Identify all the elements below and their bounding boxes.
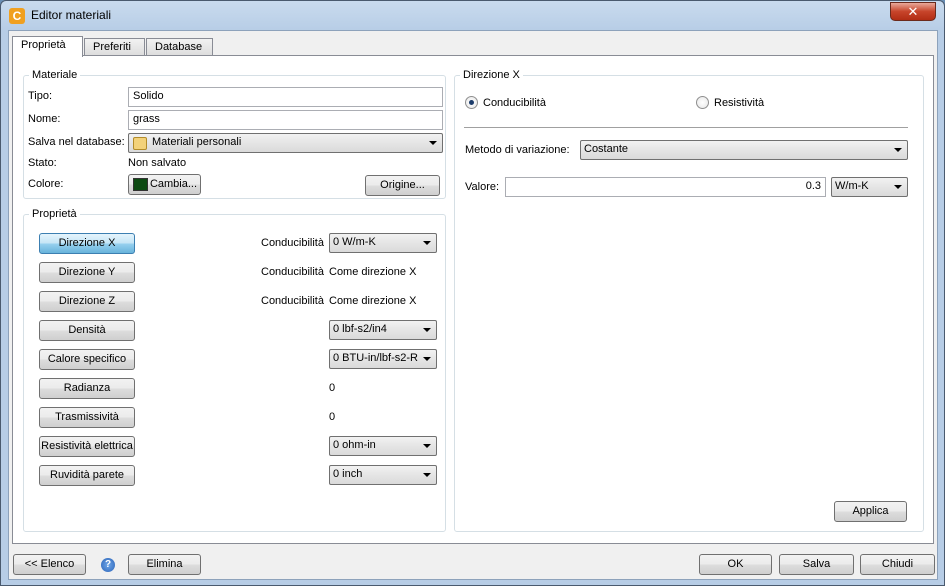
tab-preferiti[interactable]: Preferiti [84, 38, 145, 56]
chevron-down-icon [423, 473, 431, 477]
chevron-down-icon [894, 185, 902, 189]
app-logo-icon: C [9, 8, 25, 24]
help-icon[interactable]: ? [101, 558, 115, 572]
direzione-z-button[interactable]: Direzione Z [39, 291, 135, 312]
close-window-button[interactable]: ✕ [890, 2, 936, 21]
radianza-value: 0 [329, 382, 336, 394]
resistivita-elettrica-select[interactable]: 0 ohm-in [329, 436, 437, 456]
ruvidita-parete-select-value: 0 inch [333, 468, 363, 480]
divider [464, 127, 908, 128]
resistivita-elettrica-select-value: 0 ohm-in [333, 439, 376, 451]
direzione-x-button[interactable]: Direzione X [39, 233, 135, 254]
materiale-group-title: Materiale [29, 69, 81, 81]
ruvidita-parete-select[interactable]: 0 inch [329, 465, 437, 485]
tipo-field[interactable]: Solido [128, 87, 443, 107]
colore-label: Colore: [28, 178, 64, 190]
densita-button[interactable]: Densità [39, 320, 135, 341]
resistivita-elettrica-button[interactable]: Resistività elettrica [39, 436, 135, 457]
ok-button[interactable]: OK [699, 554, 772, 575]
salva-button[interactable]: Salva [779, 554, 854, 575]
conducibilita-radio-label[interactable]: Conducibilità [483, 97, 546, 109]
stato-value: Non salvato [128, 157, 187, 169]
database-label: Salva nel database: [28, 136, 125, 148]
densita-select[interactable]: 0 lbf-s2/in4 [329, 320, 437, 340]
resistivita-radio-label[interactable]: Resistività [714, 97, 764, 109]
valore-label: Valore: [465, 181, 500, 193]
valore-unit-value: W/m-K [835, 180, 869, 192]
tab-panel-proprieta: Materiale Tipo: Solido Nome: grass Salva… [12, 55, 934, 544]
window-title: Editor materiali [31, 8, 112, 22]
direzione-y-button[interactable]: Direzione Y [39, 262, 135, 283]
title-bar[interactable]: C Editor materiali ✕ [1, 1, 944, 29]
radianza-button[interactable]: Radianza [39, 378, 135, 399]
metodo-select-value: Costante [584, 143, 629, 155]
resistivita-radio[interactable] [696, 96, 709, 109]
tab-database[interactable]: Database [146, 38, 213, 56]
tab-proprieta[interactable]: Proprietà [12, 36, 83, 57]
nome-field[interactable]: grass [128, 110, 443, 130]
chevron-down-icon [423, 444, 431, 448]
elenco-button[interactable]: << Elenco [13, 554, 86, 575]
ruvidita-parete-button[interactable]: Ruvidità parete [39, 465, 135, 486]
direzione-z-value: Come direzione X [329, 295, 417, 307]
densita-select-value: 0 lbf-s2/in4 [333, 323, 387, 335]
origine-button[interactable]: Origine... [365, 175, 440, 196]
conducibilita-label: Conducibilità [261, 237, 324, 249]
chevron-down-icon [429, 141, 437, 145]
conducibilita-y-label: Conducibilità [261, 266, 324, 278]
cambia-label: Cambia... [149, 178, 198, 190]
calore-specifico-select[interactable]: 0 BTU-in/lbf-s2-R [329, 349, 437, 369]
direzione-x-group: Direzione X Conducibilità Resistività Me… [454, 69, 924, 532]
conducibilita-z-label: Conducibilità [261, 295, 324, 307]
applica-button[interactable]: Applica [834, 501, 907, 522]
material-editor-window: C Editor materiali ✕ Proprietà Preferiti… [0, 0, 945, 586]
color-swatch [133, 178, 148, 191]
chevron-down-icon [423, 241, 431, 245]
proprieta-group-title: Proprietà [29, 208, 80, 220]
stato-label: Stato: [28, 157, 57, 169]
folder-database-icon [133, 137, 147, 150]
trasmissivita-button[interactable]: Trasmissività [39, 407, 135, 428]
chevron-down-icon [423, 328, 431, 332]
direzione-y-value: Come direzione X [329, 266, 417, 278]
conducibilita-select[interactable]: 0 W/m-K [329, 233, 437, 253]
elimina-button[interactable]: Elimina [128, 554, 201, 575]
calore-specifico-button[interactable]: Calore specifico [39, 349, 135, 370]
direzione-x-group-title: Direzione X [460, 69, 523, 81]
metodo-select[interactable]: Costante [580, 140, 908, 160]
tipo-label: Tipo: [28, 90, 53, 102]
materiale-group: Materiale Tipo: Solido Nome: grass Salva… [23, 69, 446, 199]
calore-specifico-select-value: 0 BTU-in/lbf-s2-R [333, 352, 418, 364]
conducibilita-select-value: 0 W/m-K [333, 236, 376, 248]
nome-label: Nome: [28, 113, 61, 125]
valore-unit-select[interactable]: W/m-K [831, 177, 908, 197]
valore-input[interactable]: 0.3 [505, 177, 826, 197]
database-select-value: Materiali personali [152, 136, 242, 148]
metodo-label: Metodo di variazione: [465, 144, 570, 156]
cambia-color-button[interactable]: Cambia... [128, 174, 201, 195]
conducibilita-radio[interactable] [465, 96, 478, 109]
chevron-down-icon [894, 148, 902, 152]
proprieta-group: Proprietà Direzione X Conducibilità 0 W/… [23, 208, 446, 532]
chiudi-button[interactable]: Chiudi [860, 554, 935, 575]
database-select[interactable]: Materiali personali [128, 133, 443, 153]
dialog-body: Proprietà Preferiti Database Materiale T… [8, 30, 938, 580]
chevron-down-icon [423, 357, 431, 361]
trasmissivita-value: 0 [329, 411, 336, 423]
